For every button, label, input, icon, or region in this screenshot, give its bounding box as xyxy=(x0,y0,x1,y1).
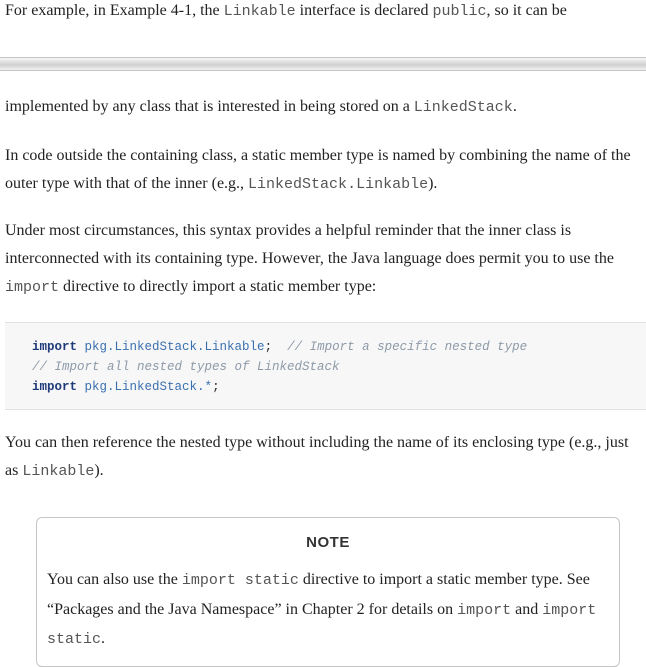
code-punctuation: ; xyxy=(264,340,273,354)
paragraph-1: implemented by any class that is interes… xyxy=(5,93,641,122)
note-title: NOTE xyxy=(306,534,350,551)
inline-code: LinkedStack.Linkable xyxy=(248,176,429,193)
text: . xyxy=(101,630,106,647)
text: You can also use the xyxy=(47,571,182,588)
inline-code: import static xyxy=(181,572,299,589)
text: ). xyxy=(428,175,438,192)
code-comment: // Import all nested types of LinkedStac… xyxy=(32,360,340,374)
text: for details on xyxy=(364,600,458,618)
text: For example, in xyxy=(5,2,110,19)
text: Under most circumstances, this syntax pr… xyxy=(5,222,614,267)
code-line-2: // Import all nested types of LinkedStac… xyxy=(32,359,340,375)
note-paragraph: You can also use the import static direc… xyxy=(47,566,613,655)
inline-code: import xyxy=(457,601,512,619)
code-keyword: import xyxy=(32,380,78,394)
code-package: pkg.LinkedStack.* xyxy=(84,380,213,394)
inline-code: import xyxy=(5,279,60,296)
inline-code: LinkedStack xyxy=(413,99,513,116)
code-punctuation: ; xyxy=(212,380,220,394)
inline-code: public xyxy=(432,3,487,20)
text: ). xyxy=(94,462,104,479)
code-block: import pkg.LinkedStack.Linkable; // Impo… xyxy=(5,322,646,410)
code-keyword: import xyxy=(32,340,78,354)
text: and xyxy=(511,600,543,618)
paragraph-4: You can then reference the nested type w… xyxy=(5,429,641,486)
text: , so it can be xyxy=(486,2,567,19)
text: implemented by any class that is interes… xyxy=(5,98,414,115)
code-line-3: import pkg.LinkedStack.*; xyxy=(32,379,220,395)
text: . xyxy=(512,98,517,115)
chapter-link[interactable]: Chapter 2 xyxy=(302,601,365,618)
inline-code: Linkable xyxy=(22,463,95,480)
page-separator xyxy=(0,57,646,71)
text: interface is declared xyxy=(295,2,433,19)
code-line-1: import pkg.LinkedStack.Linkable; // Impo… xyxy=(32,339,527,355)
paragraph-3: Under most circumstances, this syntax pr… xyxy=(5,217,641,302)
paragraph-2: In code outside the containing class, a … xyxy=(5,142,641,199)
text: directive to directly import a static me… xyxy=(59,278,377,295)
note-box: NOTE You can also use the import static … xyxy=(36,517,620,667)
inline-code: Linkable xyxy=(223,3,296,20)
code-comment: // Import a specific nested type xyxy=(287,340,528,354)
text: , the xyxy=(192,2,224,19)
top-paragraph: For example, in Example 4-1, the Linkabl… xyxy=(5,0,641,23)
code-package: pkg.LinkedStack.Linkable xyxy=(84,340,265,354)
example-link[interactable]: Example 4-1 xyxy=(110,2,192,19)
